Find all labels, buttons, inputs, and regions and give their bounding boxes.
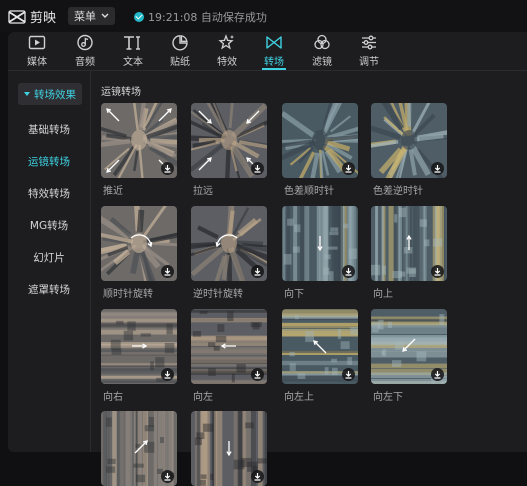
transition-thumbnail[interactable] xyxy=(191,309,267,384)
header-label: 转场效果 xyxy=(34,87,76,102)
transition-thumbnail[interactable] xyxy=(101,206,177,281)
tab-audio[interactable]: 音频 xyxy=(65,34,105,70)
transition-thumbnail[interactable] xyxy=(101,411,177,486)
tab-label: 文本 xyxy=(123,53,143,68)
download-icon[interactable] xyxy=(431,162,444,175)
tab-sticker[interactable]: 贴纸 xyxy=(160,34,200,70)
transition-thumbnail[interactable] xyxy=(191,206,267,281)
transition-thumbnail[interactable] xyxy=(101,103,177,178)
download-icon[interactable] xyxy=(431,265,444,278)
transition-thumbnail[interactable] xyxy=(282,309,358,384)
transition-label: 顺时针旋转 xyxy=(103,285,153,300)
transition-label: 推近 xyxy=(103,182,123,197)
download-icon[interactable] xyxy=(251,162,264,175)
transition-label: 色差逆时针 xyxy=(373,182,423,197)
transition-label: 向左下 xyxy=(373,388,403,403)
sidebar-item[interactable]: 基础转场 xyxy=(8,122,90,137)
download-icon[interactable] xyxy=(161,265,174,278)
download-icon[interactable] xyxy=(161,368,174,381)
audio-icon xyxy=(76,34,94,51)
chevron-down-icon xyxy=(101,13,109,19)
transition-thumbnail[interactable] xyxy=(282,206,358,281)
transition-label: 向左 xyxy=(193,388,213,403)
sidebar-item[interactable]: MG转场 xyxy=(8,218,90,233)
section-title: 运镜转场 xyxy=(101,83,141,98)
download-icon[interactable] xyxy=(161,470,174,483)
transition-thumbnail[interactable] xyxy=(371,206,447,281)
transition-thumbnail[interactable] xyxy=(191,103,267,178)
transition-label: 向下 xyxy=(284,285,304,300)
download-icon[interactable] xyxy=(251,470,264,483)
text-icon xyxy=(122,34,144,51)
download-icon[interactable] xyxy=(431,368,444,381)
check-circle-icon xyxy=(134,12,144,22)
tab-media[interactable]: 媒体 xyxy=(17,34,57,70)
adjust-icon xyxy=(360,34,378,51)
transition-label: 色差顺时针 xyxy=(284,182,334,197)
autosave-status: 19:21:08 自动保存成功 xyxy=(134,9,267,25)
sidebar-item[interactable]: 特效转场 xyxy=(8,186,90,201)
download-icon[interactable] xyxy=(342,368,355,381)
title-bar: 剪映 菜单 19:21:08 自动保存成功 xyxy=(0,0,527,32)
tab-label: 转场 xyxy=(264,53,284,68)
sidebar-item[interactable]: 运镜转场 xyxy=(8,154,90,169)
menu-button[interactable]: 菜单 xyxy=(68,7,115,25)
autosave-text: 19:21:08 自动保存成功 xyxy=(148,9,267,25)
tab-label: 贴纸 xyxy=(170,53,190,68)
tab-text[interactable]: 文本 xyxy=(113,34,153,70)
category-toolbar: 媒体 音频 文本 贴纸 特效 转场 滤镜 调节 xyxy=(8,32,527,71)
transition-label: 逆时针旋转 xyxy=(193,285,243,300)
transition-thumbnail[interactable] xyxy=(101,309,177,384)
transition-label: 向左上 xyxy=(284,388,314,403)
sidebar-item[interactable]: 遮罩转场 xyxy=(8,282,90,297)
transition-thumbnail[interactable] xyxy=(371,309,447,384)
download-icon[interactable] xyxy=(161,162,174,175)
filter-icon xyxy=(313,34,331,51)
tab-label: 媒体 xyxy=(27,53,47,68)
tab-adjust[interactable]: 调节 xyxy=(349,34,389,70)
transition-thumbnail[interactable] xyxy=(282,103,358,178)
transition-thumbnail[interactable] xyxy=(371,103,447,178)
download-icon[interactable] xyxy=(251,368,264,381)
tab-label: 特效 xyxy=(217,53,237,68)
transition-label: 向右 xyxy=(103,388,123,403)
sticker-icon xyxy=(171,34,189,51)
download-icon[interactable] xyxy=(342,265,355,278)
menu-label: 菜单 xyxy=(74,8,96,24)
tab-effects[interactable]: 特效 xyxy=(207,34,247,70)
app-name: 剪映 xyxy=(30,7,56,26)
transition-label: 向上 xyxy=(373,285,393,300)
tab-label: 音频 xyxy=(75,53,95,68)
material-panel: 媒体音频文本贴纸特效转场滤镜调节 转场效果 基础转场运镜转场特效转场MG转场幻灯… xyxy=(8,32,527,452)
caret-down-icon xyxy=(24,92,30,96)
tab-label: 滤镜 xyxy=(312,53,332,68)
tab-filter[interactable]: 滤镜 xyxy=(302,34,342,70)
tab-label: 调节 xyxy=(359,53,379,68)
effects-icon xyxy=(218,34,236,51)
tab-transition[interactable]: 转场 xyxy=(254,34,294,70)
app-logo: 剪映 xyxy=(8,7,56,26)
transition-thumbnail[interactable] xyxy=(191,411,267,486)
download-icon[interactable] xyxy=(342,162,355,175)
transition-icon xyxy=(265,34,283,51)
capcut-logo-icon xyxy=(8,10,26,24)
transition-effects-header[interactable]: 转场效果 xyxy=(18,83,82,105)
sidebar-item[interactable]: 幻灯片 xyxy=(8,250,90,265)
transition-sidebar: 转场效果 基础转场运镜转场特效转场 MG转场幻灯片遮罩转场 xyxy=(8,71,91,452)
media-icon xyxy=(28,34,46,51)
download-icon[interactable] xyxy=(251,265,264,278)
transition-label: 拉远 xyxy=(193,182,213,197)
